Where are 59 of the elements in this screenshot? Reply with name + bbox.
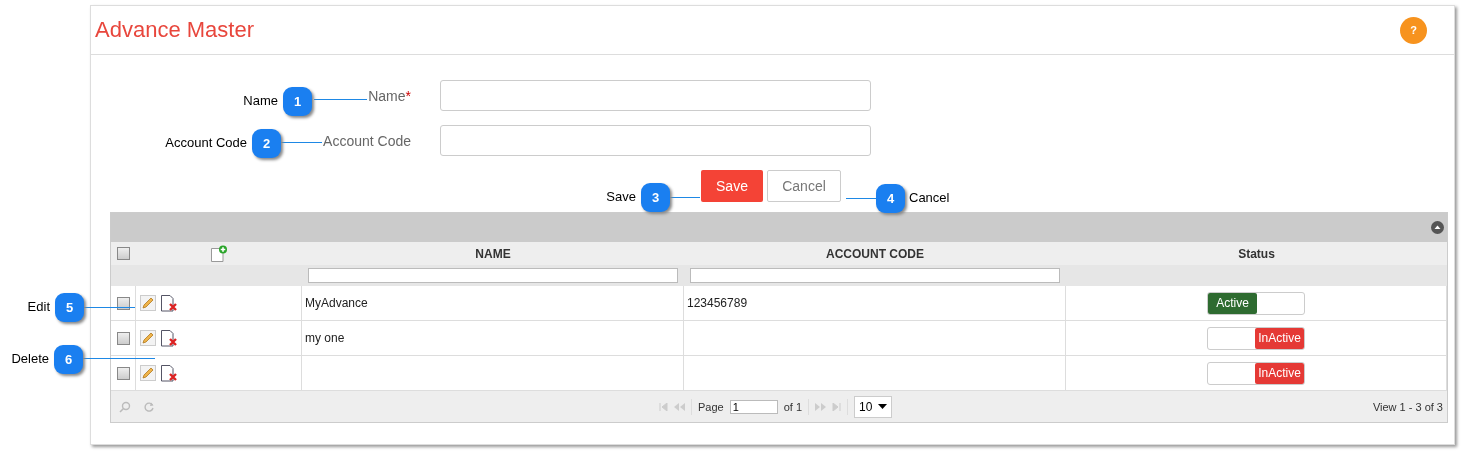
page-label: Page [698, 400, 724, 413]
delete-document-icon[interactable] [161, 294, 178, 312]
page-size-dropdown[interactable]: 10 [854, 395, 893, 418]
save-button[interactable]: Save [701, 170, 763, 202]
callout-number: 1 [283, 87, 312, 116]
status-toggle[interactable]: InActive [1207, 326, 1305, 350]
callout-label: Cancel [909, 190, 950, 205]
first-page-icon[interactable] [659, 402, 668, 411]
page-count: of 1 [783, 400, 803, 413]
filter-field[interactable] [690, 268, 1060, 283]
input-field[interactable] [440, 125, 871, 156]
pencil-icon[interactable] [140, 365, 156, 381]
table-cell: my one [305, 331, 345, 345]
status-toggle[interactable]: Active [1207, 291, 1305, 315]
add-document-icon[interactable] [210, 244, 228, 263]
caret-icon [878, 404, 888, 409]
field-label: Name* [368, 87, 411, 104]
delete-document-icon[interactable] [161, 329, 178, 347]
filter-field[interactable] [308, 268, 678, 283]
checkbox[interactable] [116, 331, 130, 345]
previous-page-icon[interactable] [674, 402, 685, 411]
checkbox[interactable] [116, 296, 130, 310]
callout-label: Save [606, 189, 636, 204]
last-page-icon[interactable] [832, 402, 842, 411]
status-toggle[interactable]: InActive [1207, 361, 1305, 385]
page-field[interactable]: 1 [729, 399, 778, 414]
delete-document-icon[interactable] [161, 364, 178, 382]
leader-line [83, 307, 135, 308]
pencil-icon[interactable] [140, 330, 156, 346]
column-header[interactable]: Status [1238, 246, 1275, 261]
callout-label: Delete [11, 351, 49, 366]
refresh-icon[interactable] [143, 400, 155, 413]
callout-label: Edit [27, 299, 50, 314]
leader-line [314, 99, 367, 100]
record-count: View 1 - 3 of 3 [1372, 400, 1443, 413]
column-header[interactable]: ACCOUNT CODE [826, 246, 924, 261]
callout-number: 5 [55, 293, 84, 322]
leader-line [846, 198, 876, 199]
checkbox[interactable] [116, 366, 130, 380]
table-cell: MyAdvance [305, 296, 368, 310]
page-title: Advance Master [95, 17, 254, 43]
field-label: Account Code [323, 132, 411, 149]
collapse-icon[interactable] [1431, 221, 1444, 234]
callout-number: 2 [252, 129, 281, 158]
next-page-icon[interactable] [815, 402, 827, 411]
callout-number: 6 [54, 345, 83, 374]
leader-line [280, 142, 322, 143]
column-header[interactable]: NAME [475, 246, 511, 261]
cancel-button[interactable]: Cancel [767, 170, 841, 202]
pencil-icon[interactable] [140, 295, 156, 311]
callout-number: 3 [641, 183, 670, 212]
search-icon[interactable] [119, 400, 131, 413]
leader-line [670, 197, 700, 198]
checkbox[interactable] [117, 247, 130, 260]
input-field[interactable] [440, 80, 871, 111]
callout-label: Name [243, 93, 278, 108]
callout-number: 4 [876, 184, 905, 213]
table-cell: 123456789 [687, 296, 748, 310]
callout-label: Account Code [165, 135, 247, 150]
